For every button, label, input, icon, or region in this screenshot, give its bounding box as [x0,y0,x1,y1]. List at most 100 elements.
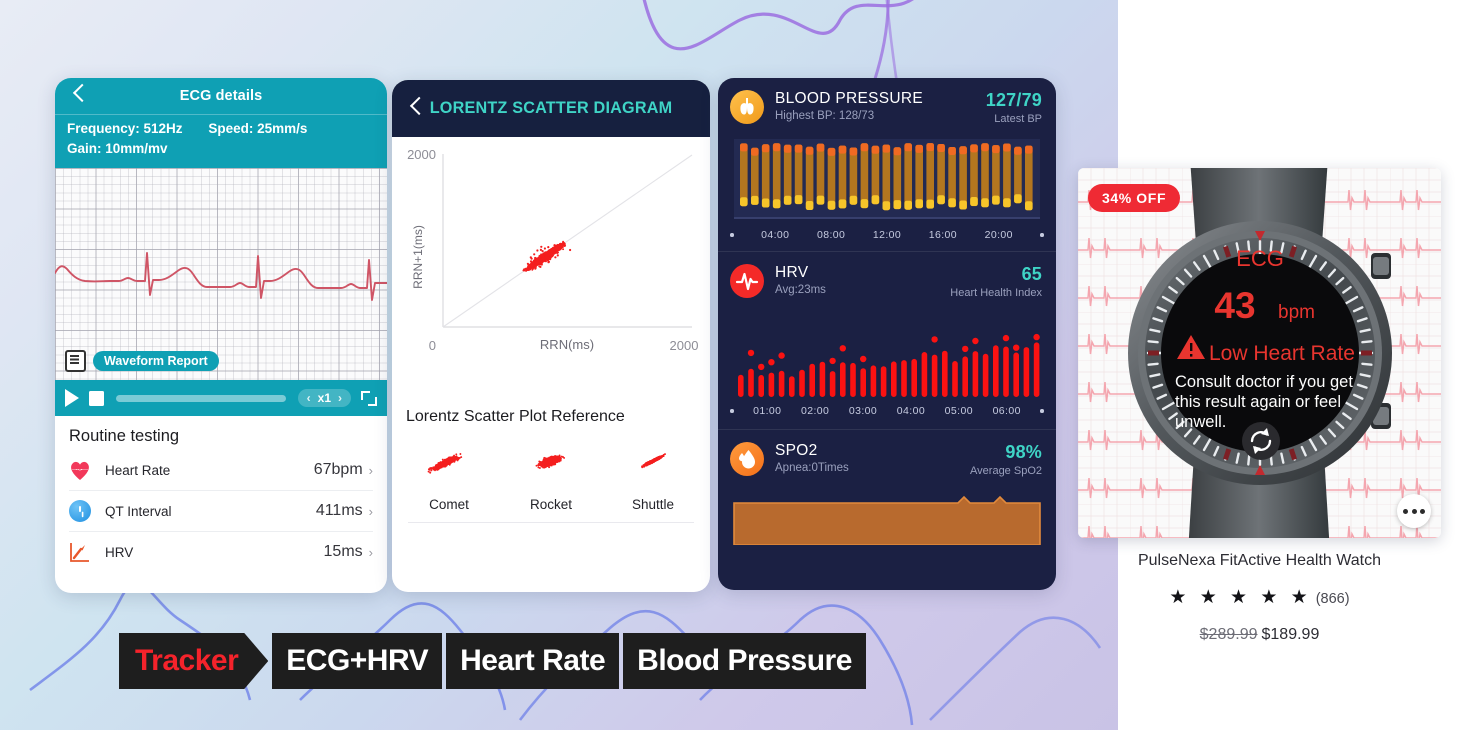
clock-icon [69,500,91,522]
section-subtitle: Highest BP: 128/73 [775,110,875,122]
list-item[interactable]: HRV 15 ms › [69,532,373,572]
vitals-panel: BLOOD PRESSURE Highest BP: 128/73 127/79… [718,78,1056,590]
list-item-label: Heart Rate [105,462,171,478]
x-axis-max-tick: 2000 [670,338,699,353]
watch-bpm-value: 43 [1214,285,1255,326]
status-value: 98% [1005,442,1042,462]
report-doc-icon [65,350,86,372]
more-dots-icon[interactable] [1397,494,1431,528]
product-rating: ★ ★ ★ ★ ★ (866) [1078,586,1441,609]
list-item[interactable]: QT Interval 411 ms › [69,491,373,532]
original-price: $289.99 [1199,626,1258,643]
fullscreen-icon[interactable] [361,390,377,406]
status-caption: Heart Health Index [950,287,1042,299]
list-item-label: QT Interval [105,503,172,519]
speed-value: x1 [317,391,331,405]
watch-product-photo: ECG 43 bpm Low Heart Rate Consult doctor… [1078,168,1441,538]
status-value: 127/79 [985,90,1042,110]
current-price: $189.99 [1261,626,1320,643]
list-item-label: Shuttle [631,497,675,512]
list-item[interactable]: Comet [404,432,494,512]
axis-start-dot [730,233,734,237]
trend-chart-icon [69,541,91,563]
stop-icon[interactable] [89,390,104,406]
play-icon[interactable] [65,389,79,407]
ecg-header: ECG details Frequency: 512Hz Speed: 25mm… [55,78,387,168]
status-caption: Average SpO2 [970,465,1042,477]
lungs-icon [730,90,764,124]
status-value: 65 [1021,264,1042,284]
tab-heart-rate[interactable]: Heart Rate [446,633,620,689]
ecg-gain: Gain: 10mm/mv [67,141,168,156]
progress-slider[interactable] [116,394,286,402]
axis-end-dot [1040,409,1044,413]
y-axis-max-tick: 2000 [407,147,436,162]
waveform-report-label: Waveform Report [93,351,219,371]
axis-tick: 04:00 [761,229,790,241]
section-title: BLOOD PRESSURE [775,90,924,107]
ecg-waveform-chart: Waveform Report [55,168,387,380]
speed-prev-icon[interactable]: ‹ [307,391,311,405]
list-item[interactable]: Rocket [506,432,596,512]
droplet-icon [730,442,764,476]
list-item-value: 411 [315,502,342,519]
list-item[interactable]: Heart Rate 67 bpm › [69,450,373,491]
blood-pressure-section[interactable]: BLOOD PRESSURE Highest BP: 128/73 127/79… [718,78,1056,251]
axis-tick: 16:00 [928,229,957,241]
routine-testing-heading: Routine testing [69,427,180,445]
chevron-right-icon: › [368,544,373,560]
lorentz-header: LORENTZ SCATTER DIAGRAM [392,80,710,137]
axis-tick: 03:00 [848,405,878,417]
section-subtitle: Avg:23ms [775,284,826,296]
waveform-player-controls: ‹ x1 › [55,380,387,416]
ecg-frequency: Frequency: 512Hz [67,121,183,136]
list-item-value: 15 [323,543,342,560]
spo2-section[interactable]: SPO2 Apnea:0Times 98% Average SpO2 [718,430,1056,545]
heart-pulse-icon [69,459,91,481]
x-axis-label: RRN(ms) [540,337,594,352]
ecg-details-panel: ECG details Frequency: 512Hz Speed: 25mm… [55,78,387,593]
watch-alert-title: Low Heart Rate [1209,342,1355,365]
section-title: HRV [775,264,809,281]
lorentz-reference-list: Comet Rocket Shuttle [392,426,710,512]
list-item-label: Comet [429,497,469,512]
heartbeat-icon [730,264,764,298]
blood-pressure-axis: 04:00 08:00 12:00 16:00 20:00 [718,229,1056,251]
axis-tick: 04:00 [896,405,926,417]
review-count: (866) [1315,591,1350,607]
axis-tick: 01:00 [753,405,782,417]
product-price: $289.99 $189.99 [1078,626,1441,644]
hrv-section[interactable]: HRV Avg:23ms 65 Heart Health Index 01:00… [718,252,1056,429]
waveform-report[interactable]: Waveform Report [65,350,219,372]
tab-ecg-hrv[interactable]: ECG+HRV [272,633,443,689]
tab-tracker[interactable]: Tracker [119,633,268,689]
list-item-label: Rocket [529,497,573,512]
divider [408,522,694,523]
list-item-unit: bpm [331,461,363,478]
ecg-trace [55,252,387,301]
axis-tick: 05:00 [944,405,973,417]
playback-speed-stepper[interactable]: ‹ x1 › [297,389,351,407]
blood-pressure-bar-chart [734,139,1040,219]
lorentz-scatter-chart: 2000 0 2000 RRN(ms) RRN+1(ms) [392,137,710,402]
section-title: SPO2 [775,442,818,459]
lorentz-scatter-panel: LORENTZ SCATTER DIAGRAM 2000 0 2000 RRN(… [392,80,710,592]
ecg-speed: Speed: 25mm/s [208,121,308,136]
axis-tick: 08:00 [816,229,846,241]
product-image-card[interactable]: 34% OFF ECG 43 bpm Low Heart Rate Consul… [1078,168,1441,538]
tab-blood-pressure[interactable]: Blood Pressure [623,633,866,689]
list-item-unit: ms [341,543,363,560]
axis-tick: 06:00 [992,405,1021,417]
list-item[interactable]: Shuttle [608,432,698,512]
chevron-right-icon: › [368,462,373,478]
speed-next-icon[interactable]: › [338,391,342,405]
list-item-label: HRV [105,544,134,560]
chevron-right-icon: › [368,503,373,519]
product-title: PulseNexa FitActive Health Watch [1137,552,1382,569]
list-item-unit: ms [341,502,363,519]
axis-end-dot [1040,233,1044,237]
y-axis-label: RRN+1(ms) [411,225,425,289]
page-title: LORENTZ SCATTER DIAGRAM [429,99,673,117]
section-subtitle: Apnea:0Times [775,462,849,474]
list-item-value: 67 [313,461,332,478]
